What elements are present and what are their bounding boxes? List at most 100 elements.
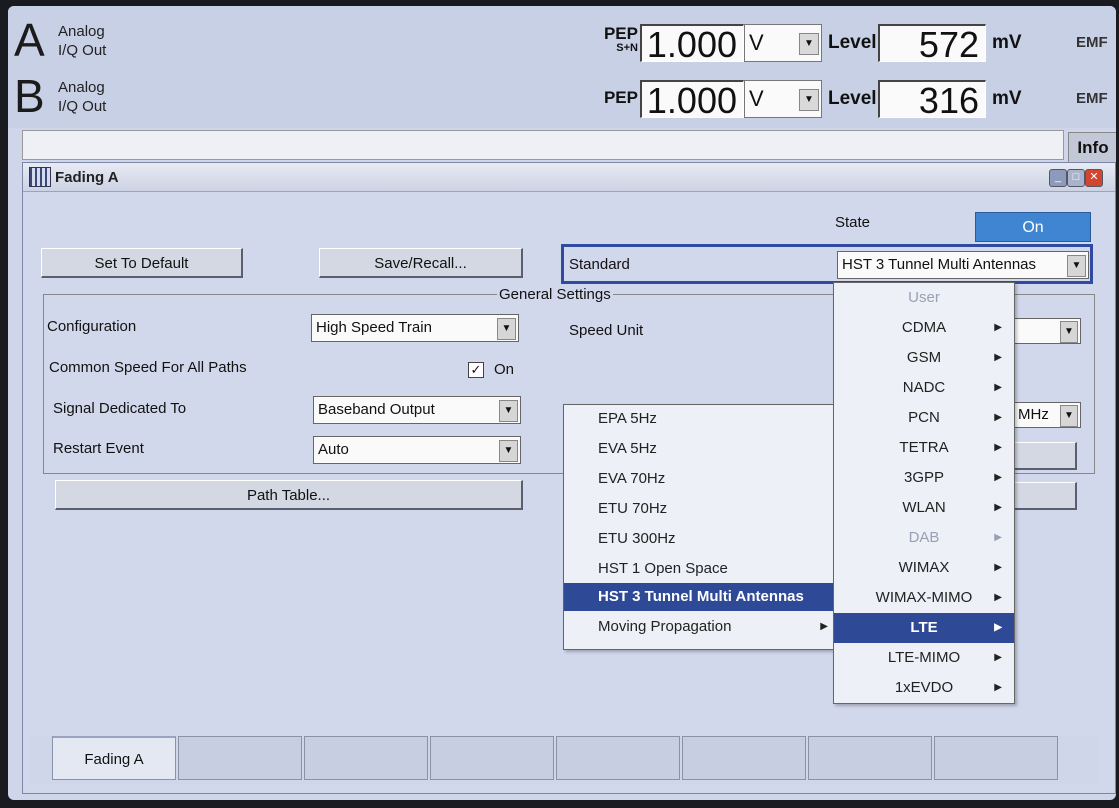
- state-label: State: [835, 214, 871, 231]
- frequency-unit-select[interactable]: MHz ▼: [1013, 402, 1081, 428]
- submenu-item-hst3[interactable]: HST 3 Tunnel Multi Antennas: [564, 583, 842, 611]
- info-line: [22, 130, 1064, 160]
- common-speed-label: Common Speed For All Paths: [49, 359, 247, 376]
- menu-item-tetra[interactable]: TETRA ▶: [834, 433, 1014, 463]
- path-b-name[interactable]: Analog I/Q Out: [58, 78, 106, 116]
- chevron-down-icon[interactable]: ▼: [799, 33, 819, 55]
- window-title: Fading A: [55, 169, 119, 186]
- menu-item-wimax[interactable]: WIMAX ▶: [834, 553, 1014, 583]
- dialog-icon: [29, 167, 51, 187]
- window-tabs: Fading A: [30, 736, 1098, 784]
- frequency-unit: MHz: [1018, 406, 1049, 423]
- chevron-right-icon: ▶: [994, 592, 1002, 603]
- standard-value: HST 3 Tunnel Multi Antennas: [842, 256, 1037, 273]
- menu-item-gsm[interactable]: GSM ▶: [834, 343, 1014, 373]
- submenu-item-eva-70hz[interactable]: EVA 70Hz: [564, 465, 842, 493]
- submenu-item-eva-5hz[interactable]: EVA 5Hz: [564, 435, 842, 463]
- configuration-select[interactable]: High Speed Train ▼: [311, 314, 519, 342]
- state-toggle-button[interactable]: On: [975, 212, 1091, 242]
- maximize-icon[interactable]: □: [1067, 169, 1085, 187]
- path-a-pep-value[interactable]: 1.000: [640, 24, 744, 64]
- menu-item-1xevdo-label: 1xEVDO: [894, 679, 954, 696]
- tab-empty[interactable]: [682, 736, 806, 780]
- path-a-level-unit: mV: [992, 32, 1022, 53]
- submenu-item-hst1[interactable]: HST 1 Open Space: [564, 555, 842, 583]
- chevron-right-icon: ▶: [994, 502, 1002, 513]
- path-a-pep-text: PEP: [603, 24, 638, 43]
- info-button[interactable]: Info: [1068, 132, 1116, 164]
- chevron-down-icon[interactable]: ▼: [799, 89, 819, 111]
- tab-empty[interactable]: [178, 736, 302, 780]
- common-speed-checkbox[interactable]: ✓: [468, 362, 484, 378]
- signal-dedicated-value: Baseband Output: [318, 401, 435, 418]
- minimize-icon[interactable]: _: [1049, 169, 1067, 187]
- window-titlebar[interactable]: Fading A _ □ ✕: [23, 163, 1115, 192]
- menu-item-lte-label: LTE: [910, 619, 938, 636]
- chevron-right-icon: ▶: [994, 382, 1002, 393]
- menu-item-3gpp[interactable]: 3GPP ▶: [834, 463, 1014, 493]
- path-b-level-value[interactable]: 316: [878, 80, 986, 120]
- chevron-right-icon: ▶: [994, 442, 1002, 453]
- standard-select[interactable]: HST 3 Tunnel Multi Antennas ▼: [837, 251, 1089, 279]
- menu-item-wimax-mimo[interactable]: WIMAX-MIMO ▶: [834, 583, 1014, 613]
- menu-item-lte[interactable]: LTE ▶: [834, 613, 1014, 643]
- window-body: State On Set To Default Save/Recall... S…: [23, 192, 1115, 793]
- chevron-down-icon[interactable]: ▼: [1060, 321, 1078, 343]
- submenu-item-epa-5hz[interactable]: EPA 5Hz: [564, 405, 842, 433]
- restart-event-label: Restart Event: [53, 440, 144, 457]
- menu-item-wlan[interactable]: WLAN ▶: [834, 493, 1014, 523]
- chevron-right-icon: ▶: [994, 562, 1002, 573]
- tab-empty[interactable]: [808, 736, 932, 780]
- partial-button[interactable]: [1013, 482, 1077, 510]
- set-to-default-button[interactable]: Set To Default: [41, 248, 243, 278]
- menu-item-user: User: [908, 289, 940, 306]
- menu-item-1xevdo[interactable]: 1xEVDO ▶: [834, 673, 1014, 703]
- path-b-pep-value[interactable]: 1.000: [640, 80, 744, 120]
- path-b-name-line1: Analog: [58, 79, 105, 96]
- submenu-item-etu-70hz[interactable]: ETU 70Hz: [564, 495, 842, 523]
- menu-item-wlan-label: WLAN: [902, 499, 946, 516]
- path-a-pep-label: PEP S+N: [598, 24, 638, 54]
- path-a-pep-sub: S+N: [616, 42, 638, 54]
- menu-item-nadc[interactable]: NADC ▶: [834, 373, 1014, 403]
- menu-item-cdma[interactable]: CDMA ▶: [834, 313, 1014, 343]
- path-table-button[interactable]: Path Table...: [55, 480, 523, 510]
- configuration-label: Configuration: [47, 318, 137, 335]
- partial-button[interactable]: [1013, 442, 1077, 470]
- speed-unit-select[interactable]: ▼: [1013, 318, 1081, 344]
- path-a-pep-unit: V: [749, 30, 764, 55]
- submenu-item-etu-300hz[interactable]: ETU 300Hz: [564, 525, 842, 553]
- chevron-down-icon[interactable]: ▼: [1060, 405, 1078, 427]
- path-b-pep-unit-select[interactable]: V ▼: [744, 80, 822, 118]
- path-a-pep-unit-select[interactable]: V ▼: [744, 24, 822, 62]
- menu-item-pcn[interactable]: PCN ▶: [834, 403, 1014, 433]
- restart-event-select[interactable]: Auto ▼: [313, 436, 521, 464]
- tab-empty[interactable]: [934, 736, 1058, 780]
- tab-empty[interactable]: [430, 736, 554, 780]
- path-a-name[interactable]: Analog I/Q Out: [58, 22, 106, 60]
- chevron-down-icon[interactable]: ▼: [499, 440, 518, 462]
- tab-empty[interactable]: [304, 736, 428, 780]
- menu-item-lte-mimo[interactable]: LTE-MIMO ▶: [834, 643, 1014, 673]
- path-a-letter: A: [14, 14, 45, 66]
- restart-event-value: Auto: [318, 441, 349, 458]
- tab-empty[interactable]: [556, 736, 680, 780]
- tab-fading-a[interactable]: Fading A: [52, 736, 176, 780]
- path-b-level-label: Level: [828, 88, 877, 109]
- chevron-down-icon[interactable]: ▼: [497, 318, 516, 340]
- signal-dedicated-select[interactable]: Baseband Output ▼: [313, 396, 521, 424]
- fading-profile-submenu: EPA 5Hz EVA 5Hz EVA 70Hz ETU 70Hz ETU 30…: [563, 404, 843, 650]
- chevron-right-icon: ▶: [994, 682, 1002, 693]
- instrument-screen: A Analog I/Q Out PEP S+N 1.000 V ▼ Level…: [8, 6, 1116, 800]
- path-a-level-value[interactable]: 572: [878, 24, 986, 64]
- save-recall-button[interactable]: Save/Recall...: [319, 248, 523, 278]
- submenu-item-moving-propagation[interactable]: Moving Propagation ▶: [564, 613, 842, 641]
- common-speed-state: On: [494, 361, 515, 378]
- chevron-down-icon[interactable]: ▼: [499, 400, 518, 422]
- menu-item-gsm-label: GSM: [906, 349, 942, 366]
- close-icon[interactable]: ✕: [1085, 169, 1103, 187]
- chevron-down-icon[interactable]: ▼: [1067, 255, 1086, 277]
- menu-item-wimax-label: WIMAX: [898, 559, 950, 576]
- chevron-right-icon: ▶: [994, 532, 1002, 543]
- path-b-level-unit: mV: [992, 88, 1022, 109]
